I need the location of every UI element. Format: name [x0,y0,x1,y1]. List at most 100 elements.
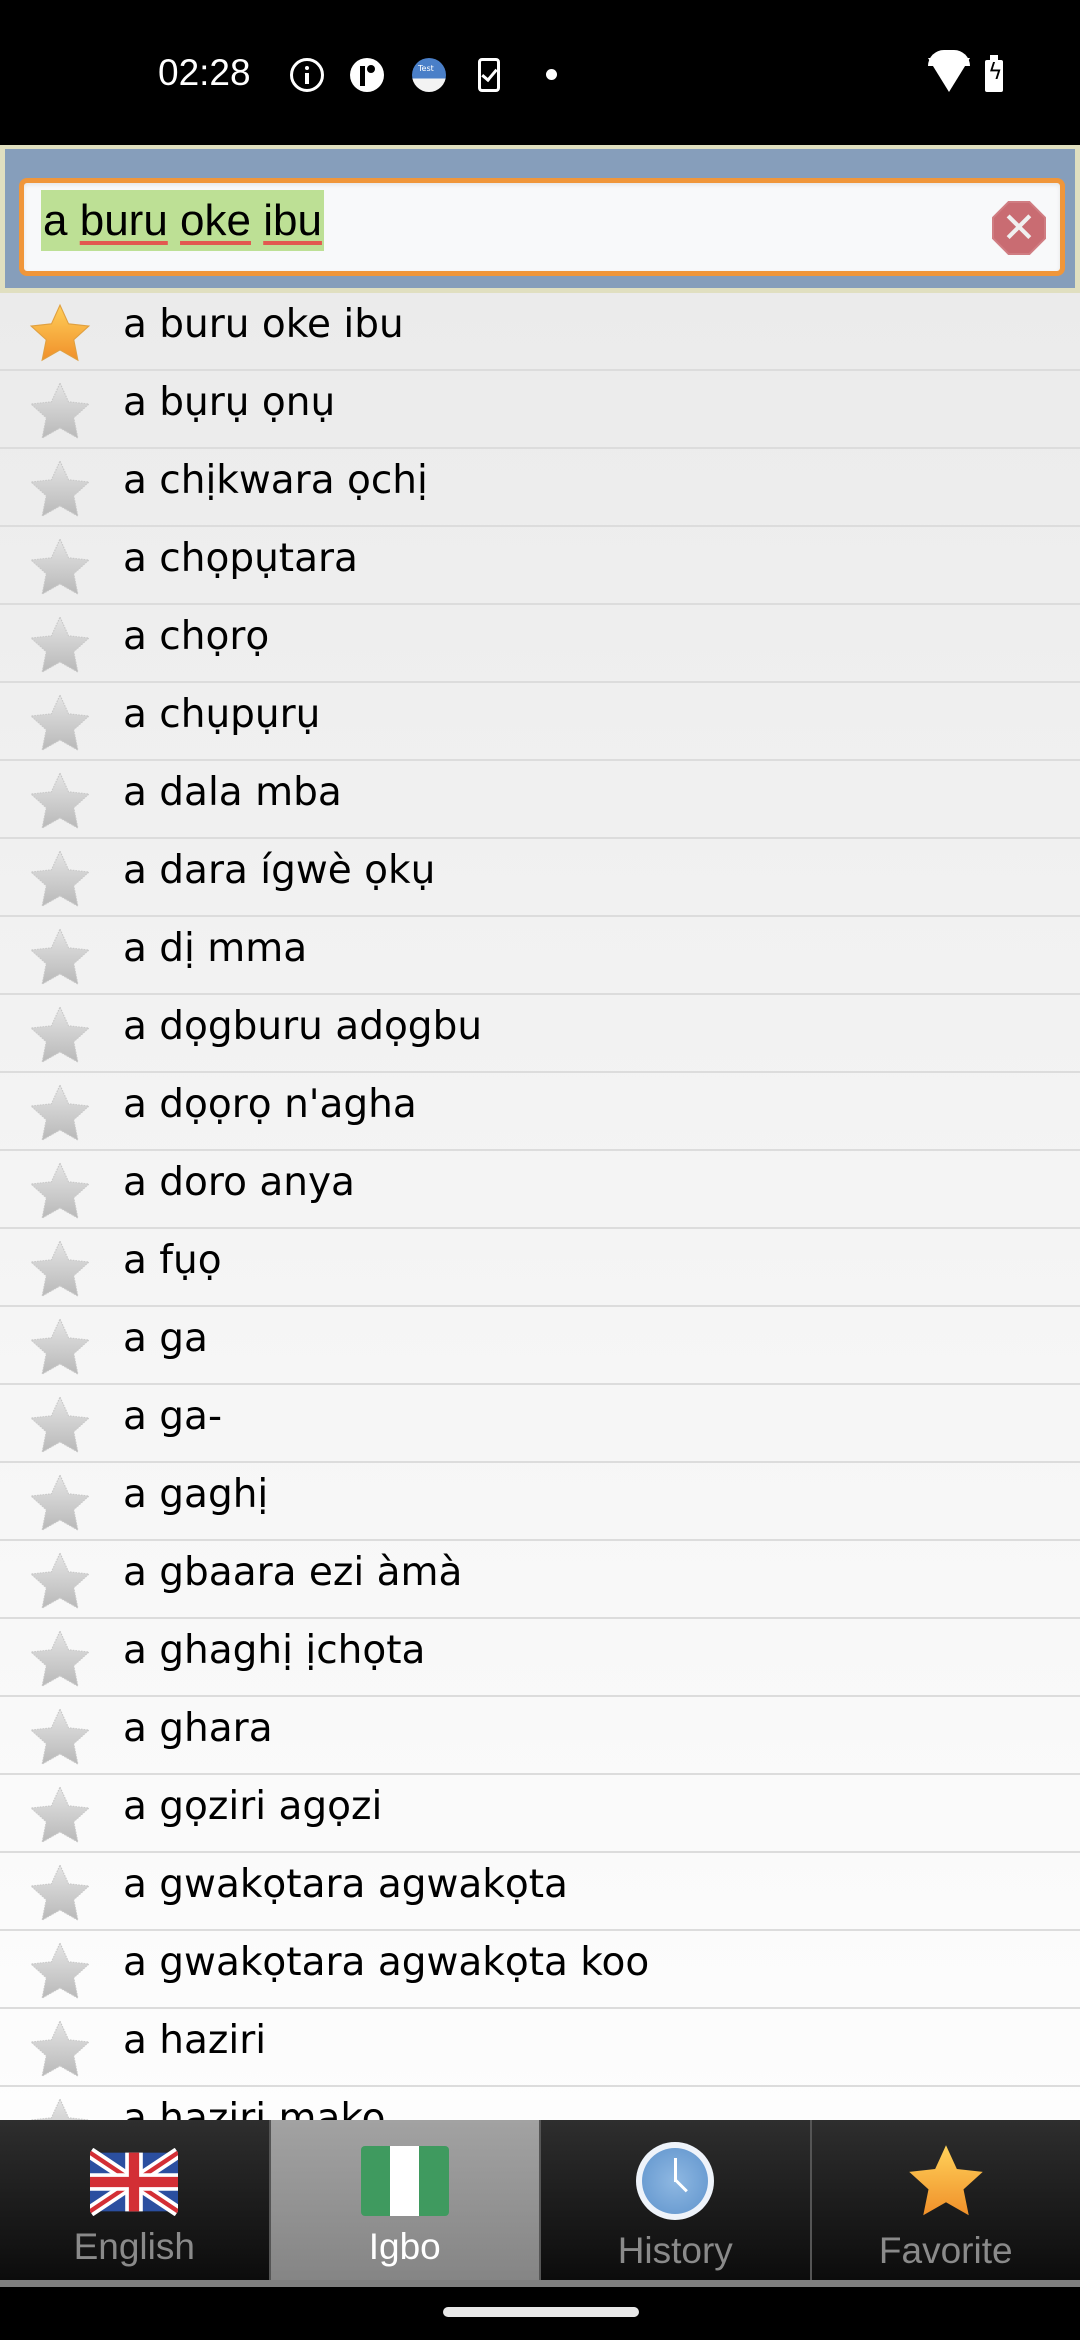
tab-favorite[interactable]: Favorite [811,2120,1080,2280]
favorite-star-empty-icon[interactable] [27,1705,93,1771]
list-item[interactable]: a haziri [0,2009,1080,2087]
favorite-star-empty-icon[interactable] [27,1471,93,1537]
nigeria-flag-icon [360,2146,449,2216]
list-item[interactable]: a ga- [0,1385,1080,1463]
list-item[interactable]: a gbaara ezi àmà [0,1541,1080,1619]
favorite-star-empty-icon[interactable] [27,535,93,601]
phone-check-icon [478,58,500,92]
clear-search-button[interactable]: ✕ [992,201,1046,255]
query-word: a [43,196,68,245]
list-item-word: a dala mba [123,770,342,815]
search-input[interactable]: a buru oke ibu ✕ [19,178,1065,276]
list-item-word: a ghaghị ịchọta [123,1628,426,1673]
test-app-label: Test [418,64,434,73]
p-app-icon [350,58,384,92]
list-item[interactable]: a dị mma [0,917,1080,995]
favorite-star-empty-icon[interactable] [27,1081,93,1147]
favorite-star-empty-icon[interactable] [27,2095,93,2120]
list-item[interactable]: a chụpụrụ [0,683,1080,761]
list-item[interactable]: a chịkwara ọchị [0,449,1080,527]
list-item-word: a ga [123,1316,208,1361]
list-item[interactable]: a chọpụtara [0,527,1080,605]
favorite-star-empty-icon[interactable] [27,457,93,523]
favorite-star-empty-icon[interactable] [27,1393,93,1459]
tab-label: History [617,2230,733,2271]
favorite-star-filled-icon[interactable] [27,301,93,367]
list-item[interactable]: a gọziri agọzi [0,1775,1080,1853]
clock-icon [636,2142,715,2220]
battery-charging-icon [985,55,1003,92]
list-item-word: a gbaara ezi àmà [123,1550,463,1595]
favorite-star-empty-icon[interactable] [27,613,93,679]
list-item-word: a haziri [123,2018,267,2063]
query-word-misspelled: ibu [263,196,322,245]
tab-label: English [73,2226,195,2267]
favorite-star-empty-icon[interactable] [27,1159,93,1225]
favorite-star-empty-icon[interactable] [27,1003,93,1069]
search-header: a buru oke ibu ✕ [0,145,1080,293]
list-item[interactable]: a fụọ [0,1229,1080,1307]
list-item[interactable]: a gwakọtara agwakọta [0,1853,1080,1931]
dot-icon [546,69,557,80]
list-item-word: a ga- [123,1394,223,1439]
favorite-star-empty-icon[interactable] [27,1783,93,1849]
word-list[interactable]: a buru oke ibu a bụrụ ọnụ a chịkwara ọchị a… [0,293,1080,2120]
favorite-star-empty-icon[interactable] [27,1549,93,1615]
favorite-star-empty-icon[interactable] [27,1939,93,2005]
list-item[interactable]: a gaghị [0,1463,1080,1541]
list-item-word: a haziri mako [123,2096,386,2120]
uk-flag-icon [90,2148,179,2216]
tab-label: Igbo [368,2226,441,2267]
list-item[interactable]: a chọrọ [0,605,1080,683]
test-app-icon: Test [412,58,446,92]
tab-igbo[interactable]: Igbo [270,2120,541,2280]
list-item[interactable]: a gwakọtara agwakọta koo [0,1931,1080,2009]
list-item-word: a gọziri agọzi [123,1784,383,1829]
status-time: 02:28 [158,52,251,93]
list-item-word: a ghara [123,1706,273,1751]
home-gesture-handle[interactable] [443,2307,639,2317]
search-header-panel: a buru oke ibu ✕ [5,149,1075,288]
list-item[interactable]: a haziri mako [0,2087,1080,2120]
search-query-text[interactable]: a buru oke ibu [41,190,324,251]
favorite-star-empty-icon[interactable] [27,1315,93,1381]
system-nav-bar [0,2287,1080,2340]
favorite-star-empty-icon[interactable] [27,379,93,445]
favorite-star-empty-icon[interactable] [27,847,93,913]
list-item[interactable]: a ghaghị ịchọta [0,1619,1080,1697]
list-item[interactable]: a dala mba [0,761,1080,839]
clear-icon: ✕ [1001,203,1037,252]
favorite-star-empty-icon[interactable] [27,925,93,991]
list-item-word: a dara ígwè ọkụ [123,848,436,893]
list-item[interactable]: a bụrụ ọnụ [0,371,1080,449]
query-word-misspelled: buru [79,196,168,245]
list-item[interactable]: a dara ígwè ọkụ [0,839,1080,917]
favorite-star-empty-icon[interactable] [27,1861,93,1927]
list-item[interactable]: a buru oke ibu [0,293,1080,371]
list-item-word: a gaghị [123,1472,269,1517]
favorite-star-empty-icon[interactable] [27,691,93,757]
list-item[interactable]: a ga [0,1307,1080,1385]
list-item-word: a chọpụtara [123,536,358,581]
list-item-word: a dọgburu adọgbu [123,1004,483,1049]
tab-label: Favorite [878,2230,1013,2271]
list-item-word: a doro anya [123,1160,355,1205]
list-item-word: a gwakọtara agwakọta koo [123,1940,650,1985]
wifi-icon [928,50,970,92]
query-word-misspelled: oke [180,196,251,245]
list-item-word: a chịkwara ọchị [123,458,428,503]
list-item-word: a dị mma [123,926,308,971]
list-item-word: a chụpụrụ [123,692,321,737]
list-item[interactable]: a ghara [0,1697,1080,1775]
favorite-star-empty-icon[interactable] [27,1627,93,1693]
tab-history[interactable]: History [541,2120,812,2280]
tab-english[interactable]: English [0,2120,271,2280]
favorite-star-empty-icon[interactable] [27,1237,93,1303]
list-item[interactable]: a dọọrọ n'agha [0,1073,1080,1151]
favorite-star-empty-icon[interactable] [27,769,93,835]
info-icon [290,58,324,92]
favorite-star-empty-icon[interactable] [27,2017,93,2083]
list-item[interactable]: a dọgburu adọgbu [0,995,1080,1073]
list-item-word: a buru oke ibu [123,302,404,347]
list-item[interactable]: a doro anya [0,1151,1080,1229]
